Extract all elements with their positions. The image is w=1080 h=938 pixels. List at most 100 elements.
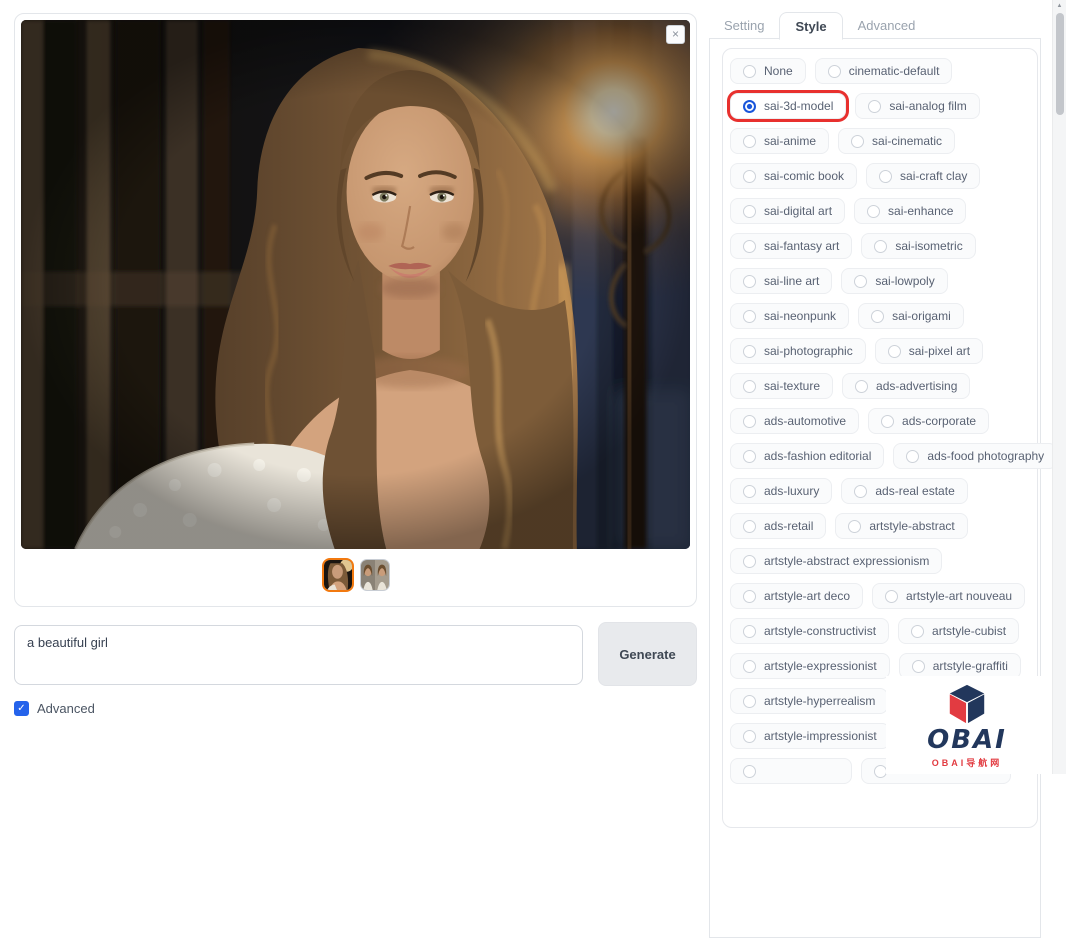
advanced-checkbox[interactable]: ✓ [14,701,29,716]
style-option-label: sai-digital art [764,204,833,218]
prompt-input[interactable]: a beautiful girl [14,625,583,685]
style-option-sai-enhance[interactable]: sai-enhance [854,198,967,224]
scrollbar-thumb[interactable] [1056,13,1064,115]
style-option-ads-advertising[interactable]: ads-advertising [842,373,971,399]
thumbnail-pair-image [360,560,389,590]
style-option-label: sai-comic book [764,169,845,183]
style-option-None[interactable]: None [730,58,806,84]
style-option-artstyle-constructivist[interactable]: artstyle-constructivist [730,618,890,644]
style-option-label: artstyle-cubist [932,624,1007,638]
style-option-label: ads-fashion editorial [764,449,872,463]
radio-icon [851,134,865,148]
style-option-label: sai-texture [764,379,821,393]
close-icon[interactable]: × [666,25,685,44]
style-option-ads-corporate[interactable]: ads-corporate [868,408,990,434]
style-option-sai-digital-art[interactable]: sai-digital art [730,198,846,224]
style-option-sai-comic-book[interactable]: sai-comic book [730,163,858,189]
style-option-label: cinematic-default [848,64,940,78]
radio-icon [848,519,862,533]
radio-icon [743,484,756,498]
style-option-label: ads-automotive [764,414,847,428]
style-option-label: artstyle-expressionist [764,659,877,673]
radio-icon [743,414,756,428]
style-option-artstyle-hyperrealism[interactable]: artstyle-hyperrealism [730,688,889,714]
thumbnail-pair[interactable] [359,559,390,591]
scroll-up-arrow-icon[interactable]: ▲ [1053,0,1066,9]
style-option-sai-cinematic[interactable]: sai-cinematic [838,128,956,154]
style-option-ads-fashion-editorial[interactable]: ads-fashion editorial [730,443,885,469]
style-option-artstyle-abstract-expressionism[interactable]: artstyle-abstract expressionism [730,548,943,574]
vertical-scrollbar[interactable]: ▲ [1052,0,1066,774]
radio-icon [743,729,756,743]
style-option-artstyle-cubist[interactable]: artstyle-cubist [898,618,1020,644]
style-option-partial[interactable] [730,758,852,784]
radio-icon [867,204,881,218]
tab-setting[interactable]: Setting [709,11,779,39]
style-option-sai-3d-model[interactable]: sai-3d-model [730,93,847,119]
cube-icon [949,684,985,723]
style-option-label: artstyle-constructivist [764,624,877,638]
logo-subtext: OBAI导航网 [931,757,1003,768]
thumbnail-portrait[interactable] [321,558,354,592]
radio-icon [887,344,901,358]
style-option-sai-analog-film[interactable]: sai-analog film [855,93,980,119]
style-option-label: artstyle-graffiti [932,659,1008,673]
radio-icon [911,624,925,638]
style-option-sai-line-art[interactable]: sai-line art [730,268,833,294]
tab-style[interactable]: Style [779,12,843,40]
radio-icon [879,169,893,183]
radio-icon [743,554,756,568]
style-option-sai-craft-clay[interactable]: sai-craft clay [866,163,981,189]
radio-icon [874,239,888,253]
style-option-artstyle-abstract[interactable]: artstyle-abstract [835,513,968,539]
style-option-sai-isometric[interactable]: sai-isometric [861,233,976,259]
style-option-cinematic-default[interactable]: cinematic-default [814,58,953,84]
style-option-ads-food-photography[interactable]: ads-food photography [893,443,1058,469]
style-option-label: sai-craft clay [900,169,968,183]
style-option-sai-fantasy-art[interactable]: sai-fantasy art [730,233,853,259]
style-option-artstyle-impressionist[interactable]: artstyle-impressionist [730,723,890,749]
style-option-label: ads-corporate [902,414,977,428]
style-option-artstyle-expressionist[interactable]: artstyle-expressionist [730,653,890,679]
radio-icon [885,589,899,603]
radio-icon [855,379,869,393]
style-option-ads-luxury[interactable]: ads-luxury [730,478,833,504]
radio-icon [743,309,756,323]
advanced-label: Advanced [37,701,95,716]
radio-icon [881,414,895,428]
style-option-label: sai-cinematic [872,134,943,148]
radio-icon [854,484,868,498]
preview-card: × [14,13,697,607]
radio-icon [854,274,868,288]
radio-icon [743,169,756,183]
style-option-label: sai-photographic [764,344,853,358]
style-option-sai-neonpunk[interactable]: sai-neonpunk [730,303,850,329]
style-option-ads-automotive[interactable]: ads-automotive [730,408,860,434]
style-option-label: ads-food photography [927,449,1045,463]
style-option-label: ads-luxury [764,484,820,498]
radio-icon [743,449,756,463]
tab-advanced[interactable]: Advanced [843,11,931,39]
check-icon: ✓ [17,703,26,714]
style-option-sai-pixel-art[interactable]: sai-pixel art [874,338,984,364]
style-option-sai-photographic[interactable]: sai-photographic [730,338,866,364]
style-option-label: sai-lowpoly [875,274,935,288]
style-option-artstyle-art-nouveau[interactable]: artstyle-art nouveau [872,583,1026,609]
style-option-ads-retail[interactable]: ads-retail [730,513,827,539]
style-option-sai-lowpoly[interactable]: sai-lowpoly [841,268,948,294]
style-option-artstyle-art-deco[interactable]: artstyle-art deco [730,583,864,609]
radio-icon [743,274,756,288]
advanced-row: ✓ Advanced [14,701,95,716]
style-option-sai-texture[interactable]: sai-texture [730,373,834,399]
radio-icon [743,379,756,393]
logo-text: OBAI [927,724,1007,755]
radio-icon [743,519,756,533]
style-option-ads-real-estate[interactable]: ads-real estate [841,478,968,504]
generate-button[interactable]: Generate [598,622,697,686]
radio-icon [743,659,756,673]
style-option-label: ads-real estate [875,484,955,498]
style-option-sai-origami[interactable]: sai-origami [858,303,964,329]
style-option-label: sai-enhance [888,204,954,218]
style-option-label: sai-line art [764,274,820,288]
style-option-sai-anime[interactable]: sai-anime [730,128,830,154]
